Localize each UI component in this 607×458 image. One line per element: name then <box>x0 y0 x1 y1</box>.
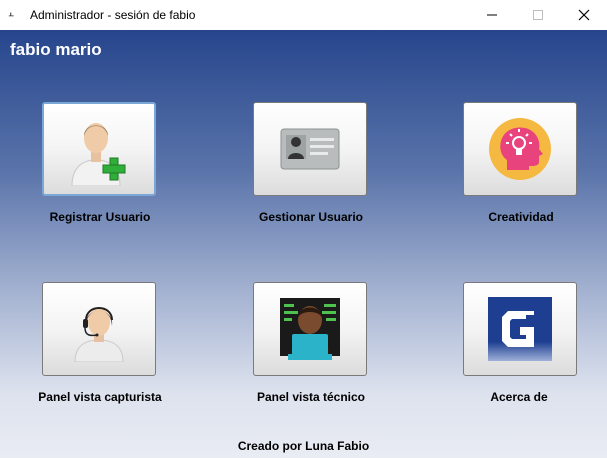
technician-computer-icon <box>280 298 340 360</box>
minimize-button[interactable] <box>469 0 515 30</box>
register-user-button[interactable] <box>42 102 156 196</box>
support-agent-icon <box>74 307 124 362</box>
add-user-icon <box>71 123 126 186</box>
about-logo-icon <box>488 297 552 361</box>
title-bar: ⫠ Administrador - sesión de fabio <box>0 0 607 31</box>
manage-user-label: Gestionar Usuario <box>258 210 364 224</box>
maximize-icon <box>533 10 543 20</box>
maximize-button[interactable] <box>515 0 561 30</box>
about-button[interactable] <box>463 282 577 376</box>
capturist-panel-label: Panel vista capturista <box>38 390 162 404</box>
id-card-icon <box>280 128 340 170</box>
technician-panel-label: Panel vista técnico <box>256 390 366 404</box>
app-icon: ⫠ <box>8 8 15 19</box>
close-button[interactable] <box>561 0 607 30</box>
creativity-button[interactable] <box>463 102 577 196</box>
user-name-heading: fabio mario <box>10 40 102 59</box>
window-title: Administrador - sesión de fabio <box>30 8 196 22</box>
creativity-head-icon <box>489 118 551 180</box>
footer-credit: Creado por Luna Fabio <box>237 439 370 453</box>
technician-panel-button[interactable] <box>253 282 367 376</box>
creativity-label: Creatividad <box>488 210 554 224</box>
main-panel: fabio mario Registrar Usuario Gestionar … <box>0 30 607 458</box>
register-user-label: Registrar Usuario <box>49 210 151 224</box>
capturist-panel-button[interactable] <box>42 282 156 376</box>
about-label: Acerca de <box>490 390 548 404</box>
minimize-icon <box>487 14 497 16</box>
manage-user-button[interactable] <box>253 102 367 196</box>
close-icon <box>578 9 590 21</box>
